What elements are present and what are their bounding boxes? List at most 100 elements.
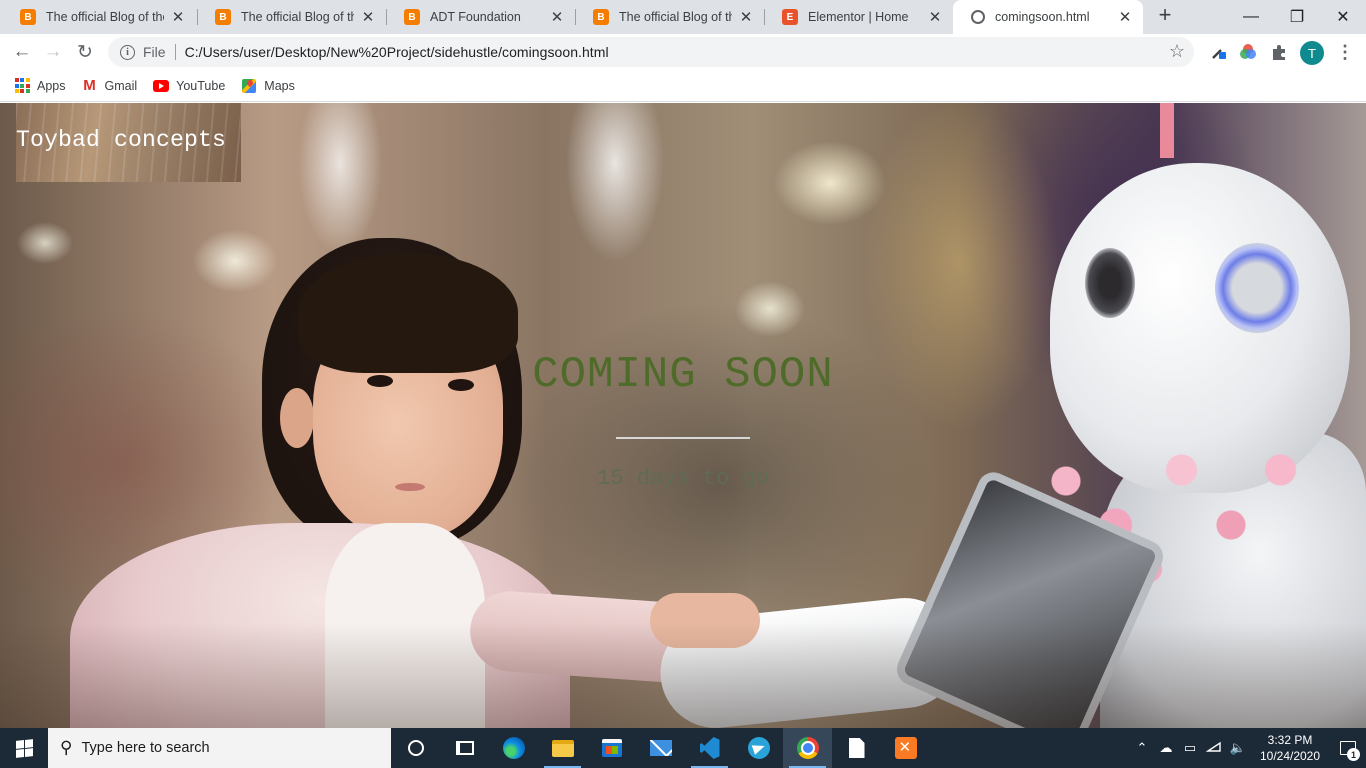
bookmark-youtube[interactable]: YouTube <box>153 78 225 94</box>
profile-avatar[interactable]: T <box>1300 41 1324 65</box>
onedrive-cloud-icon[interactable]: ☁ <box>1154 740 1178 756</box>
taskbar-app-vscode[interactable] <box>685 728 734 768</box>
bookmark-apps[interactable]: Apps <box>14 78 66 94</box>
tab-close-icon[interactable]: ✕ <box>1117 8 1133 26</box>
browser-tab[interactable]: E Elementor | Home ✕ <box>764 0 953 34</box>
tab-title: Elementor | Home <box>808 10 909 24</box>
coming-soon-heading: COMING SOON <box>532 350 834 400</box>
reload-icon[interactable]: ↻ <box>72 39 98 65</box>
tab-close-icon[interactable]: ✕ <box>738 8 754 26</box>
volume-icon[interactable]: 🔈 <box>1226 740 1250 756</box>
url-text[interactable]: C:/Users/user/Desktop/New%20Project/side… <box>185 44 609 60</box>
cortana-icon <box>407 740 424 756</box>
minimize-icon[interactable]: — <box>1228 0 1274 34</box>
eyedropper-extension-icon[interactable] <box>1208 41 1230 63</box>
tab-close-icon[interactable]: ✕ <box>360 8 376 26</box>
search-placeholder: Type here to search <box>81 740 210 756</box>
windows-logo-icon <box>15 738 33 758</box>
omnibox-separator <box>174 44 176 60</box>
tab-title: The official Blog of the <box>46 10 164 24</box>
taskbar-app-telegram[interactable] <box>734 728 783 768</box>
blogger-icon: B <box>20 9 36 25</box>
back-arrow-icon[interactable]: ← <box>9 39 35 65</box>
extensions-puzzle-icon[interactable] <box>1268 41 1290 63</box>
chevron-up-icon[interactable]: ⌃ <box>1130 740 1154 756</box>
taskbar-clock[interactable]: 3:32 PM 10/24/2020 <box>1250 732 1330 764</box>
bookmark-star-icon[interactable]: ☆ <box>1169 41 1185 62</box>
battery-icon[interactable]: ▭ <box>1178 740 1202 756</box>
start-button[interactable] <box>0 728 48 768</box>
page-viewport: Toybad concepts COMING SOON 15 days to g… <box>0 103 1366 728</box>
browser-tab[interactable]: B The official Blog of the ✕ <box>197 0 386 34</box>
taskbar-app-store[interactable] <box>587 728 636 768</box>
browser-tab[interactable]: B ADT Foundation ✕ <box>386 0 575 34</box>
tab-title: comingsoon.html <box>995 10 1090 24</box>
tab-title: The official Blog of the <box>241 10 354 24</box>
taskbar-app-mail[interactable] <box>636 728 685 768</box>
clock-date: 10/24/2020 <box>1259 749 1321 763</box>
new-tab-button[interactable]: + <box>1153 4 1177 28</box>
heading-divider <box>616 437 750 439</box>
brand-name: Toybad concepts <box>16 127 227 153</box>
clock-time: 3:32 PM <box>1267 733 1313 747</box>
taskbar-search-box[interactable]: ⚲ Type here to search <box>48 728 391 768</box>
tab-title: The official Blog of the <box>619 10 732 24</box>
taskbar-app-xampp[interactable] <box>881 728 930 768</box>
taskbar-app-edge[interactable] <box>489 728 538 768</box>
photo-robot-ear-light <box>1215 243 1299 333</box>
browser-tab-active[interactable]: comingsoon.html ✕ <box>953 0 1143 34</box>
info-icon[interactable]: i <box>120 44 135 60</box>
blogger-icon: B <box>215 9 231 25</box>
chrome-icon <box>796 737 819 759</box>
file-explorer-icon <box>551 739 574 757</box>
browser-tab[interactable]: B The official Blog of the ✕ <box>2 0 196 34</box>
wifi-icon[interactable] <box>1202 741 1226 756</box>
notepad-file-icon <box>848 738 865 758</box>
task-view-icon <box>455 741 474 755</box>
bookmark-maps[interactable]: Maps <box>241 78 295 94</box>
edge-icon <box>502 737 525 759</box>
restore-icon[interactable]: ❐ <box>1274 0 1320 34</box>
brand-logo[interactable]: Toybad concepts <box>16 103 241 182</box>
vscode-icon <box>699 737 720 759</box>
bookmarks-bar: Apps M Gmail YouTube Maps <box>0 70 1366 102</box>
address-bar[interactable]: i File C:/Users/user/Desktop/New%20Proje… <box>108 37 1194 67</box>
youtube-icon <box>153 78 170 94</box>
tab-close-icon[interactable]: ✕ <box>927 8 943 26</box>
telegram-icon <box>747 737 770 759</box>
blogger-icon: B <box>404 9 420 25</box>
countdown-text: 15 days to go <box>597 466 769 491</box>
photo-robot-antenna <box>1160 103 1174 158</box>
photo-robot-eye <box>1085 248 1135 318</box>
chrome-menu-icon[interactable]: ⋮ <box>1336 40 1354 66</box>
bookmark-label: Maps <box>264 78 295 93</box>
cortana-button[interactable] <box>391 728 440 768</box>
browser-tab[interactable]: B The official Blog of the ✕ <box>575 0 764 34</box>
system-tray: ⌃ ☁ ▭ 🔈 3:32 PM 10/24/2020 1 <box>1130 728 1366 768</box>
mail-icon <box>649 740 672 756</box>
elementor-icon: E <box>782 9 798 25</box>
window-close-icon[interactable]: ✕ <box>1320 0 1366 34</box>
apps-grid-icon <box>14 78 30 94</box>
globe-icon <box>971 10 985 24</box>
maps-icon <box>241 78 257 94</box>
bookmark-label: Apps <box>37 78 66 93</box>
taskbar-app-notepad[interactable] <box>832 728 881 768</box>
tab-title: ADT Foundation <box>430 10 521 24</box>
bookmark-label: Gmail <box>104 78 138 93</box>
notification-count-badge: 1 <box>1347 748 1360 761</box>
action-center-button[interactable]: 1 <box>1330 728 1366 768</box>
bookmark-gmail[interactable]: M Gmail <box>82 77 138 94</box>
scheme-label: File <box>143 44 166 60</box>
tab-close-icon[interactable]: ✕ <box>170 8 186 26</box>
color-picker-extension-icon[interactable] <box>1237 41 1259 63</box>
bookmark-label: YouTube <box>176 78 226 93</box>
search-icon: ⚲ <box>60 738 73 757</box>
xampp-icon <box>894 737 917 759</box>
taskbar-app-file-explorer[interactable] <box>538 728 587 768</box>
forward-arrow-icon[interactable]: → <box>40 39 66 65</box>
tab-close-icon[interactable]: ✕ <box>549 8 565 26</box>
taskbar-app-chrome[interactable] <box>783 728 832 768</box>
task-view-button[interactable] <box>440 728 489 768</box>
gmail-icon: M <box>83 77 96 94</box>
